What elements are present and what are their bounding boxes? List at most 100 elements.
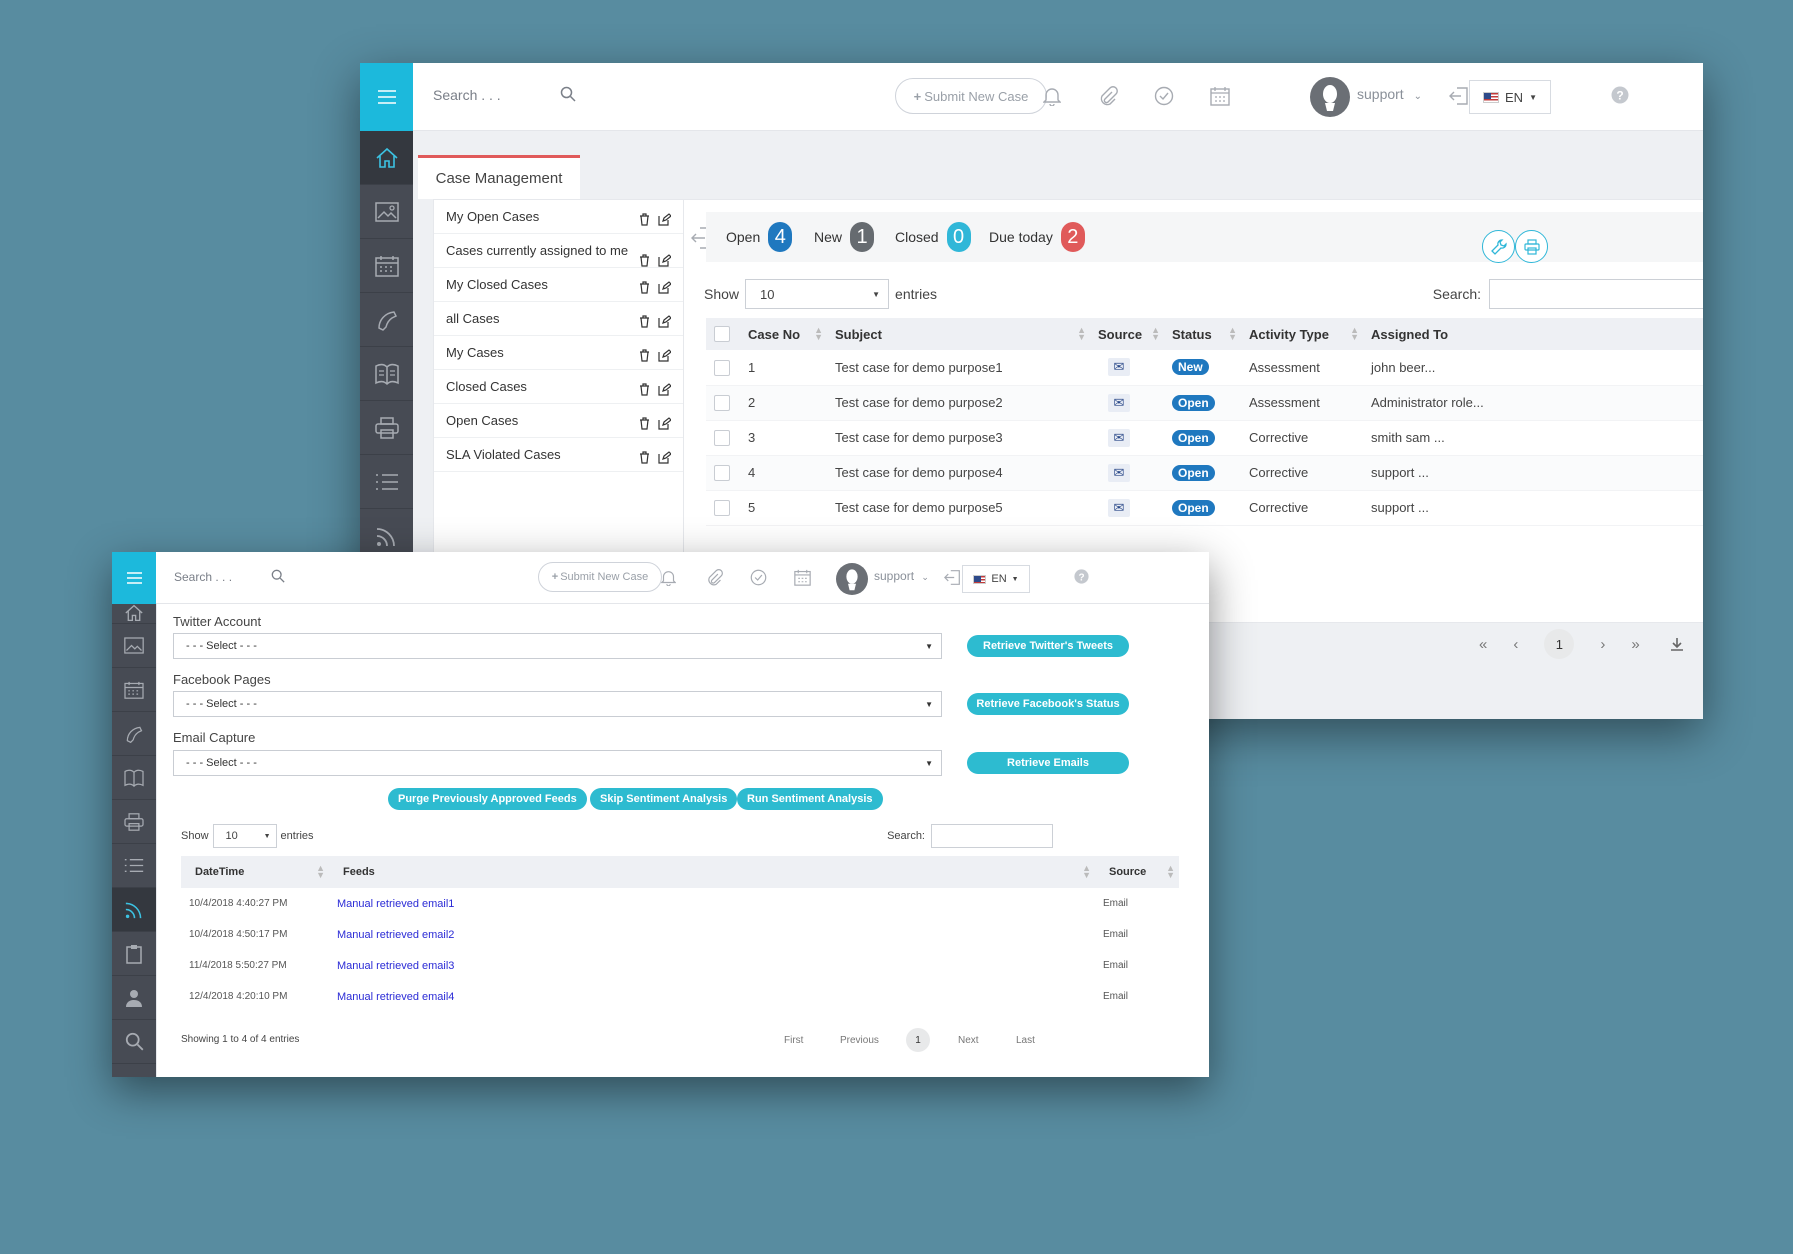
edit-icon[interactable] [658, 349, 671, 362]
logout-icon[interactable] [944, 569, 961, 586]
trash-icon[interactable] [639, 213, 650, 226]
language-select[interactable]: EN ▼ [1469, 80, 1551, 114]
feed-link[interactable]: Manual retrieved email2 [337, 929, 454, 941]
filter-item[interactable]: My Cases [434, 336, 683, 370]
edit-icon[interactable] [658, 315, 671, 328]
check-circle-icon[interactable] [1154, 86, 1174, 106]
retrieve-facebook-status-button[interactable]: Retrieve Facebook's Status [967, 693, 1129, 715]
column-source[interactable]: Source ▲ ▼ [1090, 318, 1164, 350]
submit-new-case-button[interactable]: + Submit New Case [538, 562, 662, 592]
page-length-select[interactable]: 10 ▼ [212, 824, 277, 848]
nav-gallery[interactable] [360, 185, 413, 239]
nav-list[interactable] [112, 844, 156, 888]
filter-item[interactable]: Open Cases [434, 404, 683, 438]
status-new[interactable]: New 1 [814, 222, 875, 252]
edit-icon[interactable] [658, 417, 671, 430]
current-page-button[interactable]: 1 [906, 1028, 930, 1052]
trash-icon[interactable] [639, 383, 650, 396]
edit-icon[interactable] [658, 383, 671, 396]
table-search-input[interactable] [1489, 279, 1703, 309]
bell-icon[interactable] [661, 569, 676, 586]
email-capture-select[interactable]: - - - Select - - - ▼ [173, 750, 942, 776]
feed-link[interactable]: Manual retrieved email4 [337, 991, 454, 1003]
nav-phone[interactable] [360, 293, 413, 347]
facebook-pages-select[interactable]: - - - Select - - - ▼ [173, 691, 942, 717]
table-row[interactable]: 1 Test case for demo purpose1 ✉ New Assessme… [706, 350, 1703, 386]
edit-icon[interactable] [658, 281, 671, 294]
row-checkbox[interactable] [714, 394, 730, 411]
prev-page-button[interactable]: Previous [840, 1035, 906, 1046]
row-checkbox[interactable] [714, 359, 730, 376]
nav-print[interactable] [112, 800, 156, 844]
status-open[interactable]: Open 4 [726, 222, 793, 252]
column-datetime[interactable]: DateTime ▲ ▼ [181, 856, 329, 888]
avatar[interactable] [836, 563, 868, 595]
edit-icon[interactable] [658, 451, 671, 464]
download-icon[interactable] [1670, 637, 1684, 651]
user-menu[interactable]: support ⌄ [874, 569, 929, 583]
table-row[interactable]: 10/4/2018 4:50:17 PM Manual retrieved ema… [181, 919, 1179, 950]
help-icon[interactable]: ? [1611, 86, 1629, 104]
column-subject[interactable]: Subject ▲ ▼ [827, 318, 1090, 350]
table-search-input[interactable] [931, 824, 1053, 848]
row-checkbox[interactable] [714, 429, 730, 446]
twitter-account-select[interactable]: - - - Select - - - ▼ [173, 633, 942, 659]
retrieve-tweets-button[interactable]: Retrieve Twitter's Tweets [967, 635, 1129, 657]
nav-feeds[interactable] [112, 888, 156, 932]
next-page-button[interactable]: Next [958, 1035, 1016, 1046]
trash-icon[interactable] [639, 254, 650, 267]
nav-knowledge-base[interactable] [112, 756, 156, 800]
table-row[interactable]: 11/4/2018 5:50:27 PM Manual retrieved ema… [181, 950, 1179, 981]
trash-icon[interactable] [639, 281, 650, 294]
user-menu[interactable]: support ⌄ [1357, 86, 1422, 102]
submit-new-case-button[interactable]: + Submit New Case [895, 78, 1047, 114]
table-row[interactable]: 4 Test case for demo purpose4 ✉ Open Correct… [706, 455, 1703, 491]
retrieve-emails-button[interactable]: Retrieve Emails [967, 752, 1129, 774]
table-row[interactable]: 10/4/2018 4:40:27 PM Manual retrieved ema… [181, 888, 1179, 919]
row-checkbox[interactable] [714, 499, 730, 516]
calendar-icon[interactable] [1210, 86, 1230, 106]
purge-feeds-button[interactable]: Purge Previously Approved Feeds [388, 788, 587, 810]
nav-user[interactable] [112, 976, 156, 1020]
trash-icon[interactable] [639, 315, 650, 328]
menu-toggle-button[interactable] [360, 63, 413, 131]
trash-icon[interactable] [639, 417, 650, 430]
filter-item[interactable]: Closed Cases [434, 370, 683, 404]
filter-item[interactable]: all Cases [434, 302, 683, 336]
current-page-button[interactable]: 1 [1544, 629, 1575, 659]
search-input[interactable]: Search . . . [174, 570, 232, 584]
nav-calendar[interactable] [112, 668, 156, 712]
first-page-button[interactable]: First [784, 1035, 840, 1046]
print-button[interactable] [1515, 230, 1548, 263]
feed-link[interactable]: Manual retrieved email3 [337, 960, 454, 972]
page-length-select[interactable]: 10 ▼ [745, 279, 890, 309]
nav-home[interactable] [360, 131, 413, 185]
table-row[interactable]: 2 Test case for demo purpose2 ✉ Open Assessm… [706, 385, 1703, 421]
nav-calendar[interactable] [360, 239, 413, 293]
first-page-button[interactable]: « [1479, 636, 1487, 653]
table-row[interactable]: 5 Test case for demo purpose5 ✉ Open Correct… [706, 490, 1703, 526]
edit-icon[interactable] [658, 254, 671, 267]
column-status[interactable]: Status ▲ ▼ [1164, 318, 1241, 350]
filter-item[interactable]: Cases currently assigned to me [434, 234, 683, 268]
nav-clipboard[interactable] [112, 932, 156, 976]
status-due-today[interactable]: Due today 2 [989, 222, 1085, 252]
settings-button[interactable] [1482, 230, 1515, 263]
filter-item[interactable]: SLA Violated Cases [434, 438, 683, 472]
search-input[interactable]: Search . . . [433, 87, 603, 109]
edit-icon[interactable] [658, 213, 671, 226]
nav-phone[interactable] [112, 712, 156, 756]
search-icon[interactable] [560, 86, 576, 102]
row-checkbox[interactable] [714, 464, 730, 481]
status-closed[interactable]: Closed 0 [895, 222, 971, 252]
nav-home[interactable] [112, 604, 156, 624]
next-page-button[interactable]: › [1600, 636, 1605, 653]
column-activity-type[interactable]: Activity Type ▲ ▼ [1241, 318, 1363, 350]
trash-icon[interactable] [639, 349, 650, 362]
avatar[interactable] [1310, 77, 1350, 117]
help-icon[interactable]: ? [1074, 569, 1089, 584]
nav-print[interactable] [360, 401, 413, 455]
trash-icon[interactable] [639, 451, 650, 464]
paperclip-icon[interactable] [1098, 86, 1118, 106]
nav-list[interactable] [360, 455, 413, 509]
